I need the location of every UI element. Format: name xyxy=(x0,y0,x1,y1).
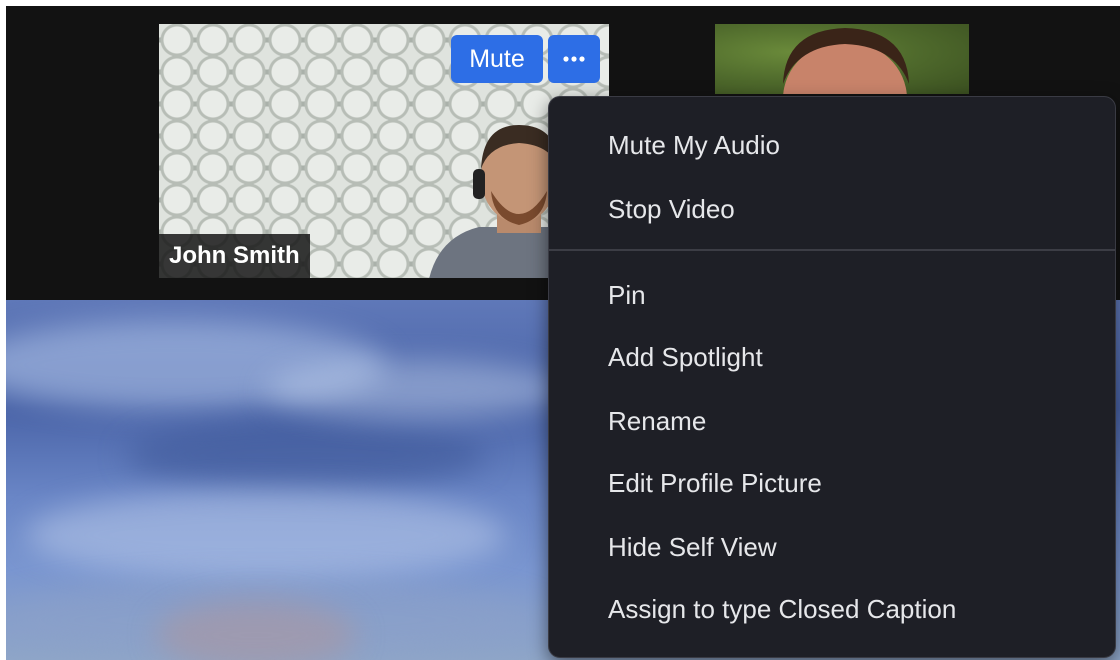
meeting-window: John Smith Mute Mute My Audio Stop Video… xyxy=(0,0,1120,660)
participant-name-label: John Smith xyxy=(159,234,310,278)
more-options-button[interactable] xyxy=(548,35,600,83)
menu-item-mute-my-audio[interactable]: Mute My Audio xyxy=(549,117,1115,173)
menu-item-hide-self-view[interactable]: Hide Self View xyxy=(549,519,1115,575)
menu-item-add-spotlight[interactable]: Add Spotlight xyxy=(549,329,1115,385)
participant-context-menu: Mute My Audio Stop Video Pin Add Spotlig… xyxy=(548,96,1116,658)
mute-button[interactable]: Mute xyxy=(451,35,543,83)
remote-participant-tile[interactable] xyxy=(715,24,969,94)
menu-divider xyxy=(549,249,1115,251)
more-options-icon xyxy=(563,56,585,62)
menu-item-rename[interactable]: Rename xyxy=(549,393,1115,449)
remote-participant-video-feed xyxy=(783,28,909,94)
menu-item-stop-video[interactable]: Stop Video xyxy=(549,181,1115,237)
menu-item-edit-profile-picture[interactable]: Edit Profile Picture xyxy=(549,455,1115,511)
menu-item-pin[interactable]: Pin xyxy=(549,267,1115,323)
menu-item-assign-closed-caption[interactable]: Assign to type Closed Caption xyxy=(549,581,1115,637)
